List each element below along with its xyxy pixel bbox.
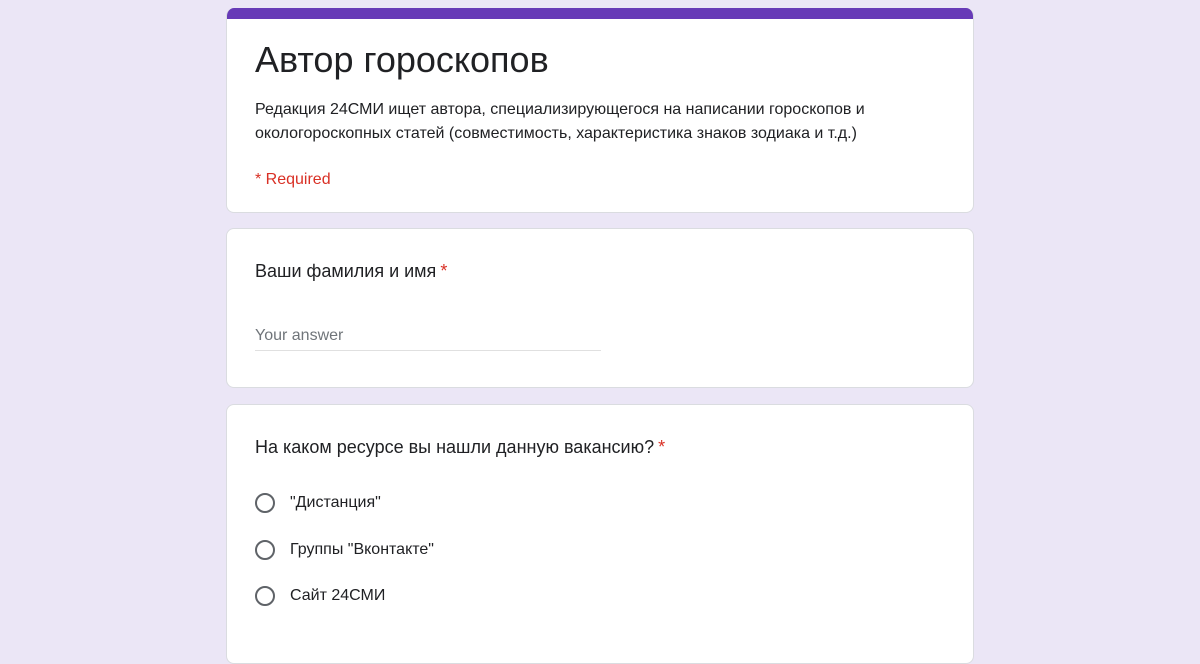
form-description: Редакция 24СМИ ищет автора, специализиру… xyxy=(255,101,865,142)
radio-option-24smi-site[interactable]: Сайт 24СМИ xyxy=(255,582,385,610)
option-label: Группы "Вконтакте" xyxy=(290,541,434,558)
question-card-name: Ваши фамилия и имя * xyxy=(226,228,974,388)
radio-option-vkontakte[interactable]: Группы "Вконтакте" xyxy=(255,536,434,564)
radio-button-icon[interactable] xyxy=(255,540,275,560)
theme-accent-bar xyxy=(227,8,973,19)
radio-button-icon[interactable] xyxy=(255,493,275,513)
required-asterisk: * xyxy=(440,261,448,281)
required-asterisk: * xyxy=(658,437,666,457)
question-card-source: На каком ресурсе вы нашли данную ваканси… xyxy=(226,404,974,664)
radio-option-distantsiya[interactable]: "Дистанция" xyxy=(255,489,381,517)
form-title: Автор гороскопов xyxy=(255,39,549,80)
option-label: Сайт 24СМИ xyxy=(290,587,386,604)
question-title: Ваши фамилия и имя * xyxy=(255,259,447,283)
radio-button-icon[interactable] xyxy=(255,586,275,606)
question-title-text: На каком ресурсе вы нашли данную ваканси… xyxy=(255,437,655,457)
question-title: На каком ресурсе вы нашли данную ваканси… xyxy=(255,435,665,459)
required-note: * Required xyxy=(255,171,331,188)
question-title-text: Ваши фамилия и имя xyxy=(255,261,437,281)
option-label: "Дистанция" xyxy=(290,494,381,511)
name-answer-input[interactable] xyxy=(255,321,601,351)
form-header-card: Автор гороскопов Редакция 24СМИ ищет авт… xyxy=(226,8,974,213)
